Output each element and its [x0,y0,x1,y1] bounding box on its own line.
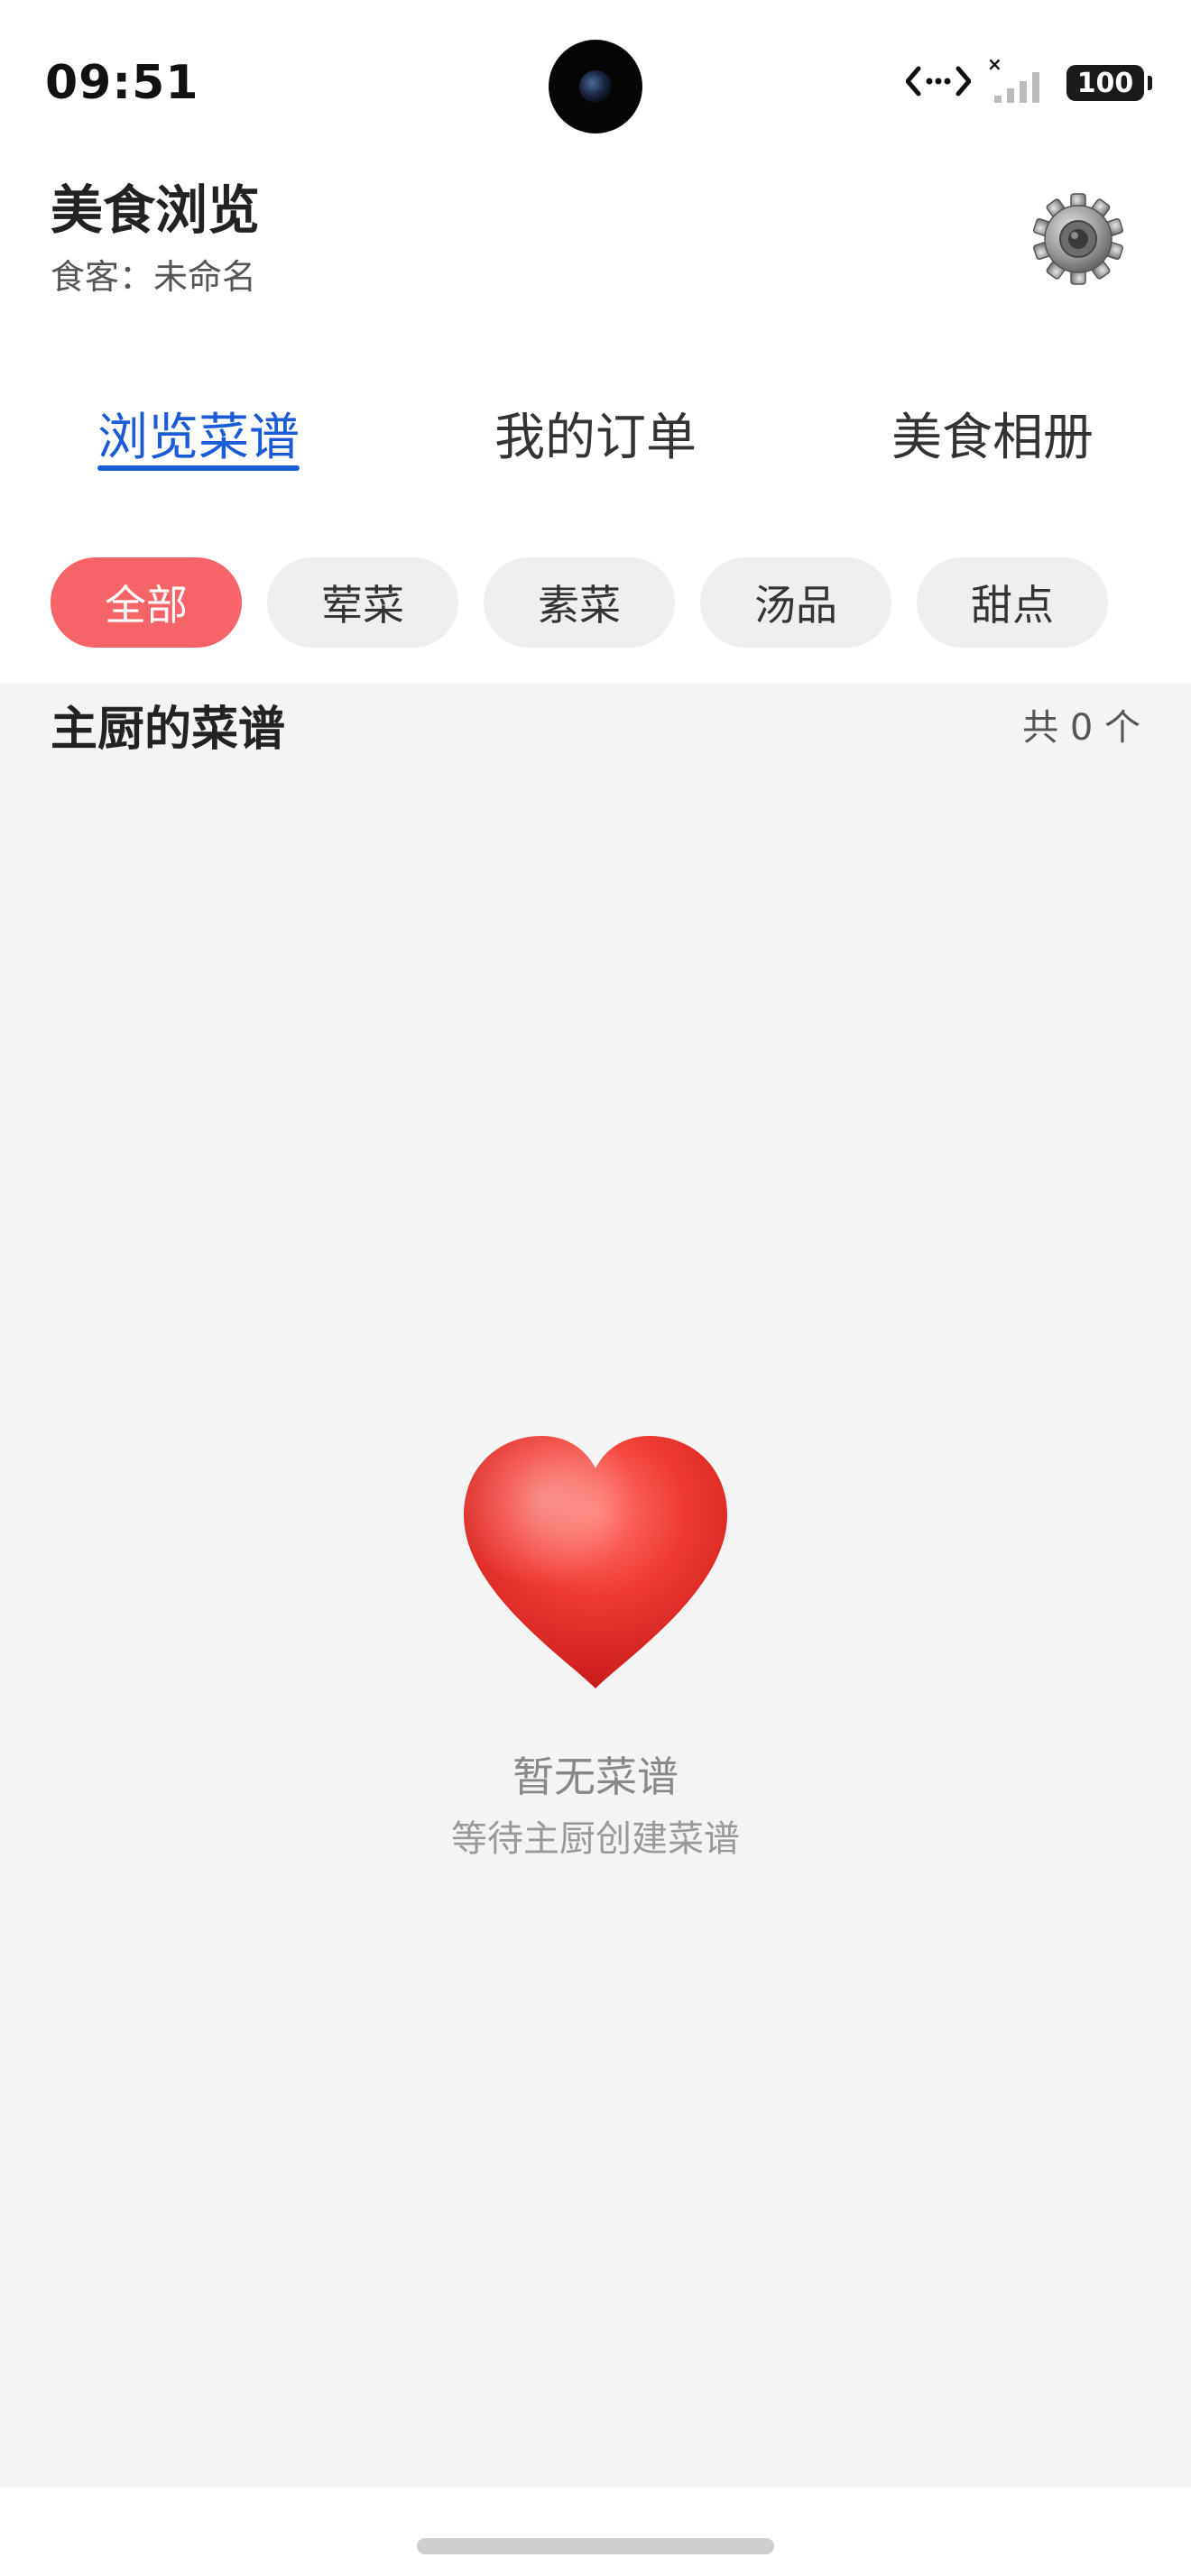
status-time: 09:51 [45,56,199,110]
category-filter: 全部 荤菜 素菜 汤品 甜点 [51,557,1108,648]
chip-vegetable[interactable]: 素菜 [484,557,675,648]
settings-button[interactable] [1029,189,1128,289]
battery-level: 100 [1076,67,1134,99]
home-indicator[interactable] [417,2538,774,2554]
empty-state-description: 等待主厨创建菜谱 [451,1818,740,1860]
chip-all[interactable]: 全部 [51,557,242,648]
gear-icon [1033,193,1123,285]
page-title: 美食浏览 [51,179,261,241]
status-bar: 09:51 × 100 [0,0,1191,171]
status-icons: × 100 [905,53,1152,110]
tab-browse-recipes[interactable]: 浏览菜谱 [97,397,300,470]
tab-food-album[interactable]: 美食相册 [891,397,1094,470]
chip-soup[interactable]: 汤品 [700,557,891,648]
recipe-list-area[interactable]: 主厨的菜谱 共 0 个 暂无菜谱 等待主厨创建菜谱 [0,684,1191,2488]
active-tab-indicator [97,465,300,471]
battery-icon: 100 [1066,65,1152,101]
heart-icon [457,1432,734,1694]
no-sim-signal-icon: × [987,53,1050,110]
svg-text:×: × [987,56,1002,75]
chip-meat[interactable]: 荤菜 [267,557,458,648]
recipe-count: 共 0 个 [1022,707,1140,749]
diner-name: 食客：未命名 [51,257,257,297]
empty-state-title: 暂无菜谱 [512,1753,679,1801]
data-transfer-icon [905,61,972,105]
chip-dessert[interactable]: 甜点 [917,557,1108,648]
section-title: 主厨的菜谱 [51,703,286,757]
tab-my-orders[interactable]: 我的订单 [494,397,697,470]
front-camera [549,40,642,133]
